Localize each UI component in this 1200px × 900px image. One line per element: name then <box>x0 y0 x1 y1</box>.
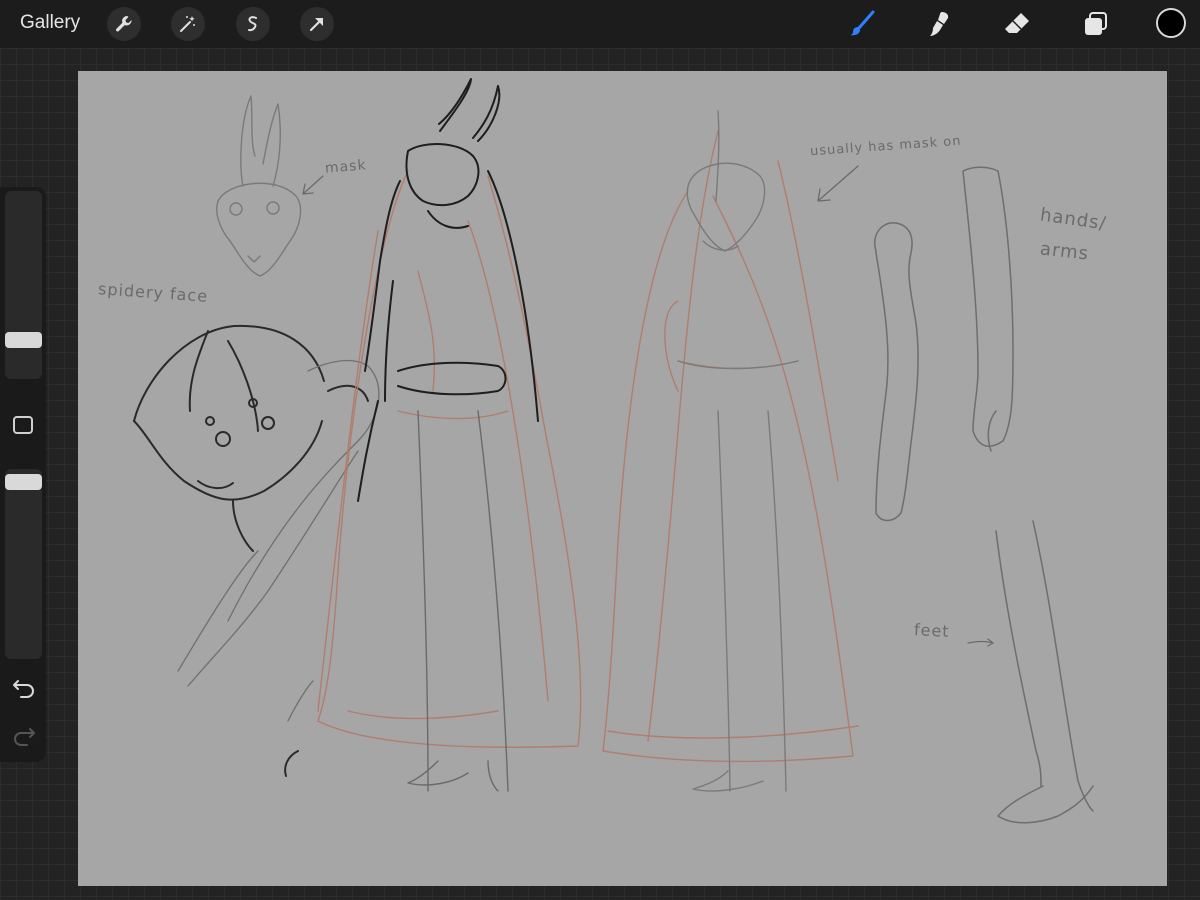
eraser-icon[interactable] <box>1000 7 1034 41</box>
sketch-artwork <box>133 78 1094 824</box>
magic-wand-icon[interactable] <box>171 7 205 41</box>
opacity-handle[interactable] <box>5 474 42 491</box>
left-figure-lineart <box>357 78 539 502</box>
wrench-icon[interactable] <box>107 7 141 41</box>
top-toolbar: Gallery <box>0 0 1200 48</box>
brush-size-slider[interactable] <box>5 191 42 379</box>
selection-icon[interactable] <box>236 7 270 41</box>
left-figure-underdrawing <box>317 170 582 748</box>
gallery-button[interactable]: Gallery <box>20 12 80 34</box>
leg-sketch <box>995 520 1094 824</box>
modify-square-icon[interactable] <box>13 416 33 434</box>
mask-sketch <box>216 95 302 277</box>
annotation-feet: feet <box>913 620 951 641</box>
middle-figure-underdrawing <box>602 130 859 763</box>
layers-icon[interactable] <box>1079 7 1113 41</box>
transform-arrow-icon[interactable] <box>300 7 334 41</box>
opacity-slider[interactable] <box>5 469 42 659</box>
undo-icon[interactable] <box>12 676 36 698</box>
smudge-icon[interactable] <box>922 7 956 41</box>
color-picker-button[interactable] <box>1156 8 1186 38</box>
spidery-face-sketch <box>133 324 369 552</box>
brush-icon[interactable] <box>845 7 879 41</box>
redo-icon[interactable] <box>12 724 36 746</box>
brush-size-handle[interactable] <box>5 332 42 349</box>
drawing-canvas[interactable]: mask usually has mask on hands/ arms spi… <box>78 71 1167 886</box>
arm-sketches <box>874 166 1014 522</box>
